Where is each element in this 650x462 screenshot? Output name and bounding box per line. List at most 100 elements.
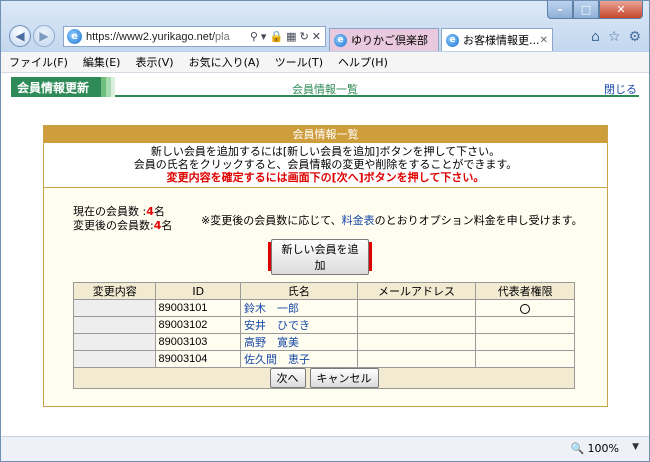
change-cell: [72, 299, 157, 317]
change-cell: [72, 333, 157, 351]
table-row: 89003101 鈴木 一郎: [72, 299, 575, 317]
maximize-button[interactable]: □: [573, 1, 599, 19]
id-cell: 89003104: [155, 350, 241, 368]
address-url-tail: pla: [215, 30, 230, 43]
menu-edit[interactable]: 編集(E): [83, 54, 121, 70]
menu-bar: ファイル(F) 編集(E) 表示(V) お気に入り(A) ツール(T) ヘルプ(…: [1, 52, 649, 73]
add-member-button[interactable]: 新しい会員を追加: [271, 238, 369, 275]
id-cell: 89003102: [155, 316, 241, 334]
address-url: https://www2.yurikago.net/: [86, 30, 216, 43]
gear-icon[interactable]: ⚙: [628, 29, 641, 45]
col-id: ID: [155, 282, 241, 300]
address-tools: ⚲ ▾ 🔒 ▦ ↻ ✕: [250, 30, 325, 43]
tab-ie-icon: e: [334, 33, 347, 47]
representative-cell: [475, 316, 575, 334]
refresh-icon[interactable]: ↻: [300, 30, 309, 43]
tab-label: お客様情報更...: [463, 34, 540, 47]
id-cell: 89003101: [155, 299, 241, 317]
tab-customer-info[interactable]: e お客様情報更... ✕: [441, 28, 553, 51]
zoom-icon: 🔍: [570, 442, 585, 455]
back-arrow-icon: ◀: [15, 29, 25, 43]
menu-tools[interactable]: ツール(T): [275, 54, 323, 70]
member-name-link[interactable]: 高野 寛美: [239, 333, 358, 351]
id-cell: 89003103: [155, 333, 241, 351]
forward-button[interactable]: ▶: [33, 25, 55, 47]
col-email: メールアドレス: [356, 282, 477, 300]
search-icon[interactable]: ⚲: [250, 30, 258, 43]
home-icon[interactable]: ⌂: [591, 29, 600, 45]
member-counts: 現在の会員数 :4名 変更後の会員数:4名: [73, 205, 172, 233]
representative-cell: [475, 299, 575, 317]
menu-file[interactable]: ファイル(F): [9, 54, 68, 70]
tab-ie-icon: e: [446, 33, 459, 47]
member-table-wrap: 変更内容 ID 氏名 メールアドレス 代表者権限 89003101 鈴木 一郎: [72, 282, 575, 389]
current-count-label: 現在の会員数: [73, 205, 139, 218]
table-row: 89003102 安井 ひでき: [72, 316, 575, 334]
compat-icon[interactable]: ▦: [286, 30, 296, 43]
fee-note: ※変更後の会員数に応じて、料金表のとおりオプション料金を申し受けます。: [201, 212, 583, 228]
status-bar: 🔍 100% ▼: [1, 436, 649, 461]
current-count-row: 現在の会員数 :4名: [73, 205, 165, 218]
panel-content: 現在の会員数 :4名 変更後の会員数:4名 ※変更後の会員数に応じて、料金表のと…: [43, 125, 608, 407]
app-header: 会員情報更新 会員情報一覧 閉じる: [11, 77, 639, 97]
note-prefix: ※変更後の会員数に応じて、: [201, 214, 342, 227]
title-bar: – □ ✕ ◀ ▶ e https://www2.yurikago.net/pl…: [1, 1, 649, 51]
page-viewport: 会員情報更新 会員情報一覧 閉じる 会員情報一覧 新しい会員を追加するには[新し…: [1, 73, 649, 436]
window-controls: – □ ✕: [547, 1, 643, 21]
menu-favorites[interactable]: お気に入り(A): [189, 54, 260, 70]
add-button-highlight: 新しい会員を追加: [268, 238, 372, 275]
change-cell: [72, 350, 157, 368]
lock-icon[interactable]: 🔒: [269, 30, 283, 43]
back-button[interactable]: ◀: [9, 25, 31, 47]
zoom-dropdown-icon[interactable]: ▼: [632, 442, 639, 452]
zoom-control[interactable]: 🔍 100%: [571, 442, 619, 455]
after-count-label: 変更後の会員数: [73, 219, 150, 232]
col-name: 氏名: [239, 282, 358, 300]
email-cell: [356, 316, 477, 334]
menu-help[interactable]: ヘルプ(H): [338, 54, 388, 70]
member-name-link[interactable]: 鈴木 一郎: [239, 299, 358, 317]
tab-yurikago-club[interactable]: e ゆりかご倶楽部: [329, 28, 439, 51]
note-suffix: のとおりオプション料金を申し受けます。: [374, 214, 583, 227]
dropdown-icon[interactable]: ▾: [261, 30, 267, 43]
col-change: 変更内容: [72, 282, 157, 300]
count-unit: 名: [153, 205, 165, 218]
close-link[interactable]: 閉じる: [604, 81, 637, 97]
email-cell: [356, 350, 477, 368]
forward-arrow-icon: ▶: [39, 29, 49, 43]
col-representative: 代表者権限: [475, 282, 575, 300]
table-row: 89003104 佐久間 恵子: [72, 350, 575, 368]
ie-page-icon: e: [67, 29, 82, 44]
stop-icon[interactable]: ✕: [312, 30, 321, 43]
browser-right-icons: ⌂ ☆ ⚙: [591, 29, 641, 45]
page-title: 会員情報一覧: [292, 83, 358, 96]
member-name-link[interactable]: 安井 ひでき: [239, 316, 358, 334]
next-button[interactable]: 次へ: [269, 368, 306, 388]
representative-cell: [475, 333, 575, 351]
zoom-level: 100%: [587, 442, 619, 455]
tab-close-icon[interactable]: ✕: [540, 35, 548, 46]
change-cell: [72, 316, 157, 334]
address-text[interactable]: https://www2.yurikago.net/pla: [86, 31, 250, 43]
after-count-row: 変更後の会員数:4名: [73, 219, 173, 232]
table-header-row: 変更内容 ID 氏名 メールアドレス 代表者権限: [72, 282, 575, 300]
tab-label: ゆりかご倶楽部: [351, 34, 428, 47]
member-name-link[interactable]: 佐久間 恵子: [239, 350, 358, 368]
email-cell: [356, 333, 477, 351]
email-cell: [356, 299, 477, 317]
member-table: 変更内容 ID 氏名 メールアドレス 代表者権限 89003101 鈴木 一郎: [72, 282, 575, 368]
table-footer: 次へ キャンセル: [73, 368, 575, 389]
table-row: 89003103 高野 寛美: [72, 333, 575, 351]
representative-circle-icon: [520, 303, 531, 314]
address-bar[interactable]: e https://www2.yurikago.net/pla ⚲ ▾ 🔒 ▦ …: [63, 26, 326, 47]
current-count-value: 4: [146, 205, 154, 218]
favorites-star-icon[interactable]: ☆: [608, 29, 621, 45]
close-window-button[interactable]: ✕: [599, 1, 643, 19]
browser-window: – □ ✕ ◀ ▶ e https://www2.yurikago.net/pl…: [0, 0, 650, 462]
representative-cell: [475, 350, 575, 368]
cancel-button[interactable]: キャンセル: [309, 368, 379, 388]
price-table-link[interactable]: 料金表: [342, 214, 375, 227]
menu-view[interactable]: 表示(V): [135, 54, 173, 70]
count-unit: 名: [161, 219, 173, 232]
minimize-button[interactable]: –: [547, 1, 573, 19]
